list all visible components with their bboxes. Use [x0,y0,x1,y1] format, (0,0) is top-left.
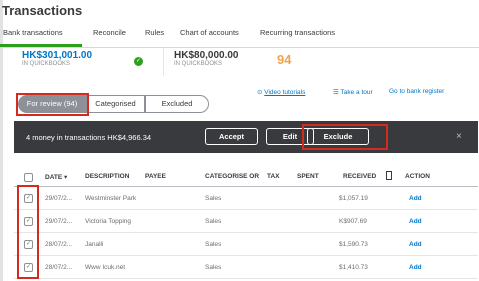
batch-action-bar: 4 money in transactions HK$4,966.34 Acce… [14,121,478,153]
print-icon[interactable] [386,171,392,180]
row-category[interactable]: Sales [205,218,221,225]
table-row[interactable]: ✓ 28/07/2... Www Icuk.net Sales $1,410.7… [14,256,478,279]
close-icon[interactable]: × [456,131,462,142]
column-tax[interactable]: TAX [267,173,280,180]
row-date: 28/07/2... [45,264,73,271]
row-date: 29/07/2... [45,218,73,225]
tab-rules[interactable]: Rules [145,28,164,37]
column-categorise[interactable]: CATEGORISE OR [205,173,259,180]
add-button[interactable]: Add [409,241,422,248]
highlight-exclude [302,124,388,150]
selection-summary: 4 money in transactions HK$4,966.34 [26,133,152,142]
row-description: Www Icuk.net [85,264,126,271]
account-balance: HK$80,000.00 [174,50,239,61]
tour-icon: ☰ [333,89,341,96]
account-balance-caption: IN QUICKBOOKS [22,61,71,67]
row-category[interactable]: Sales [205,241,221,248]
tab-chart-of-accounts[interactable]: Chart of accounts [180,28,239,37]
column-received[interactable]: RECEIVED [343,173,376,180]
filter-categorised[interactable]: Categorised [86,95,145,113]
table-row[interactable]: ✓ 29/07/2... Victoria Topping Sales K$90… [14,210,478,233]
row-description: Victoria Topping [85,218,132,225]
table-row[interactable]: ✓ 28/07/2... Janalli Sales $1,590.73 Add [14,233,478,256]
row-description: Janalli [85,241,104,248]
highlight-for-review [16,93,89,116]
tab-bar: Bank transactions Reconcile Rules Chart … [0,28,479,48]
column-spent[interactable]: SPENT [297,173,319,180]
row-received: K$907.69 [339,218,367,225]
for-review-count: 94 [277,52,292,67]
page-title: Transactions [2,3,83,18]
column-payee[interactable]: PAYEE [145,173,166,180]
tabs-divider [0,47,479,48]
select-all-checkbox[interactable] [24,173,33,182]
add-button[interactable]: Add [409,195,422,202]
account-card-1[interactable]: HK$301,001.00 IN QUICKBOOKS [22,50,92,67]
row-received: $1,410.73 [339,264,368,271]
column-date[interactable]: DATE ▾ [45,173,67,181]
highlight-row-checkboxes [17,185,39,279]
table-header: DATE ▾ DESCRIPTION PAYEE CATEGORISE OR T… [14,165,478,187]
take-a-tour-link[interactable]: ☰ Take a tour [333,88,373,96]
column-action: ACTION [405,173,430,180]
row-date: 28/07/2... [45,241,73,248]
video-tutorials-link[interactable]: ⊙ Video tutorials [257,88,305,96]
row-date: 29/07/2... [45,195,73,202]
add-button[interactable]: Add [409,218,422,225]
row-category[interactable]: Sales [205,195,221,202]
tab-bank-transactions[interactable]: Bank transactions [3,28,63,37]
card-divider [163,48,164,76]
row-category[interactable]: Sales [205,264,221,271]
filter-excluded[interactable]: Excluded [145,95,209,113]
table-row[interactable]: ✓ 29/07/2... Westminster Park Sales $1,0… [14,187,478,210]
check-icon: ✓ [134,57,143,66]
tab-reconcile[interactable]: Reconcile [93,28,126,37]
account-balance-caption: IN QUICKBOOKS [174,61,223,67]
column-description[interactable]: DESCRIPTION [85,173,129,180]
row-description: Westminster Park [85,195,137,202]
row-received: $1,057.19 [339,195,368,202]
row-received: $1,590.73 [339,241,368,248]
tab-recurring-transactions[interactable]: Recurring transactions [260,28,335,37]
accept-button[interactable]: Accept [205,128,258,145]
add-button[interactable]: Add [409,264,422,271]
account-balance: HK$301,001.00 [22,50,93,61]
account-card-2[interactable]: HK$80,000.00 IN QUICKBOOKS [174,50,239,67]
bank-register-link[interactable]: Go to bank register [389,88,444,95]
